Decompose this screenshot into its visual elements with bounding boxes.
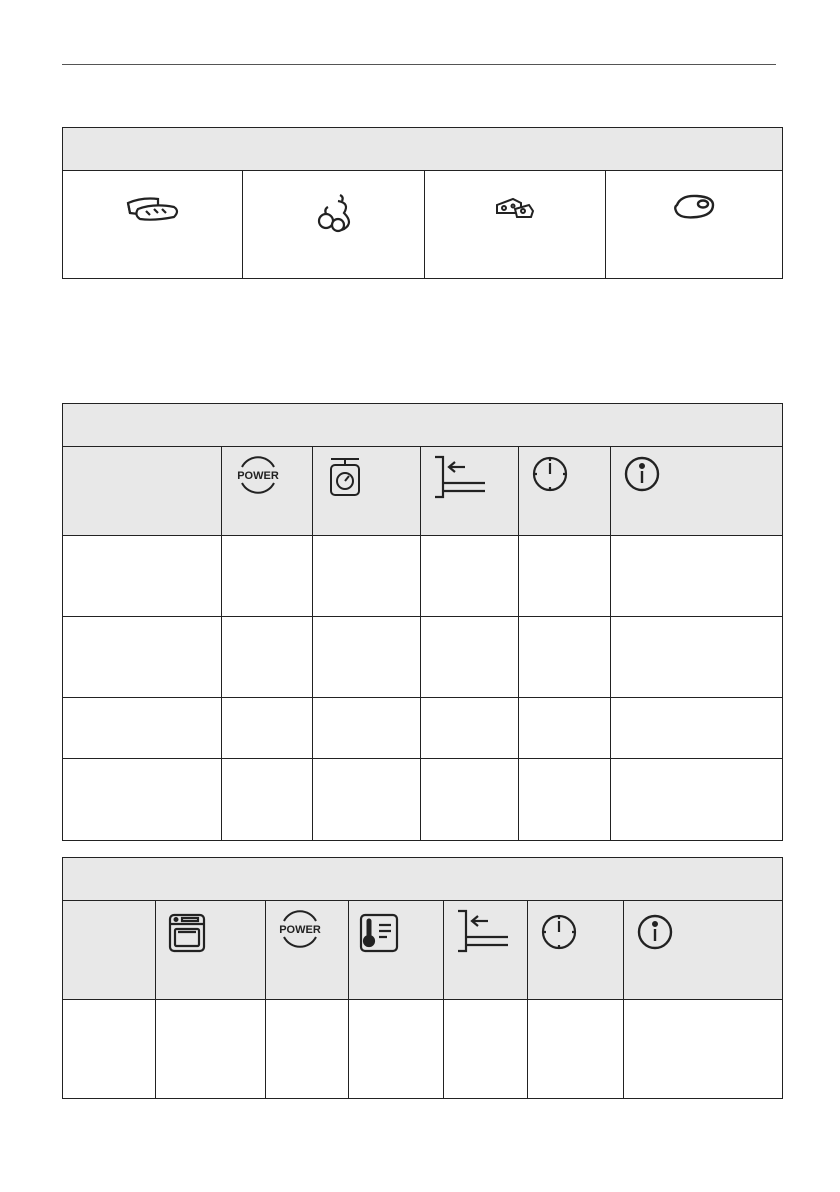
- header-cell-shelf: [420, 446, 519, 536]
- table-header: [61, 857, 784, 901]
- svg-text:POWER: POWER: [279, 924, 321, 936]
- header-cell-info: [609, 446, 784, 536]
- header-cell-temperature: [348, 900, 444, 1000]
- table-row: [62, 697, 784, 759]
- table-row: [62, 999, 784, 1099]
- cheese-icon: [496, 197, 535, 218]
- category-cell-cheese: [424, 170, 606, 279]
- power-icon: POWER: [279, 910, 321, 948]
- table-row: [62, 616, 784, 698]
- power-icon: POWER: [237, 456, 279, 494]
- header-cell-time: [527, 900, 624, 1000]
- header-cell-empty: [62, 446, 222, 536]
- category-cell-meat: [605, 170, 783, 279]
- fruit-icon: [317, 194, 350, 233]
- clock-icon: [532, 456, 568, 492]
- header-cell-power: POWER: [265, 900, 349, 1000]
- table-header: [62, 127, 783, 171]
- header-cell-time: [518, 446, 611, 536]
- top-rule: [62, 64, 776, 65]
- oven-icon: [168, 913, 206, 953]
- header-cell-oven: [155, 900, 266, 1000]
- category-cell-fruit: [242, 170, 425, 279]
- shelf-level-icon: [435, 455, 485, 499]
- table-row: [62, 535, 784, 617]
- info-icon: [624, 456, 660, 492]
- info-icon: [637, 914, 673, 950]
- meat-icon: [674, 194, 715, 219]
- clock-icon: [541, 914, 577, 950]
- header-cell-empty: [62, 900, 156, 1000]
- bread-cake-icon: [126, 197, 178, 221]
- food-category-table: [62, 127, 783, 279]
- shelf-level-icon: [458, 909, 508, 953]
- header-cell-info: [622, 900, 784, 1000]
- header-cell-weight: [312, 446, 421, 536]
- header-cell-power: POWER: [221, 446, 313, 536]
- table-row: [62, 758, 784, 841]
- settings-table-2: POWER: [61, 857, 784, 1099]
- table-header: [61, 403, 784, 447]
- svg-text:POWER: POWER: [237, 470, 279, 482]
- weight-scale-icon: [330, 458, 360, 496]
- settings-table-1: POWER: [61, 403, 784, 841]
- header-cell-shelf: [443, 900, 528, 1000]
- category-cell-bread: [62, 170, 243, 279]
- thermometer-icon: [359, 913, 399, 953]
